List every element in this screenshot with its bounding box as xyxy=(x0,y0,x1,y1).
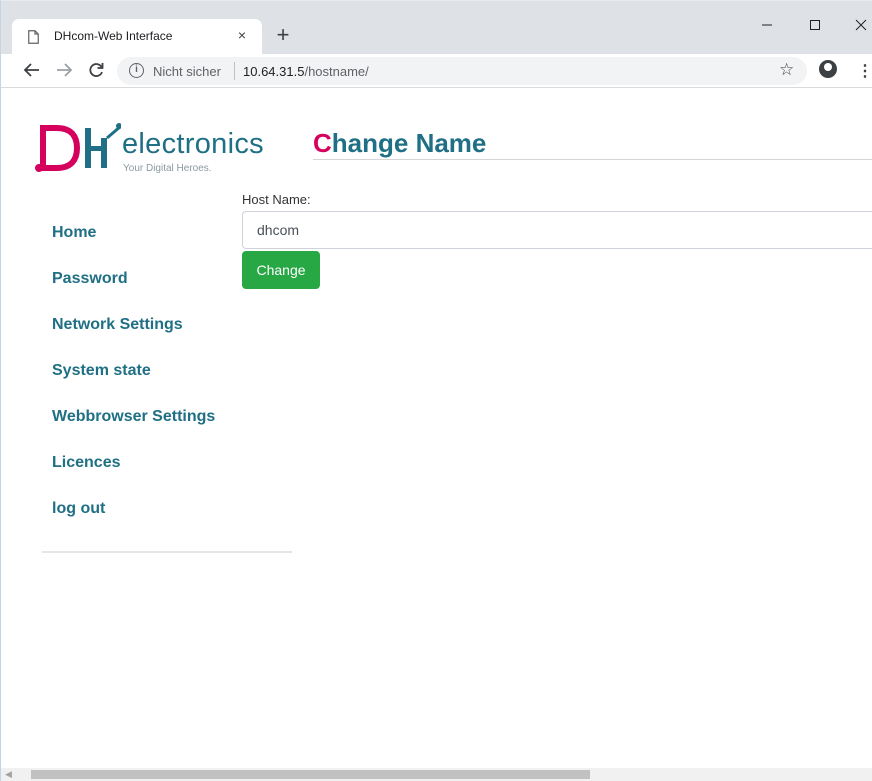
page-title-rest: hange Name xyxy=(331,128,487,158)
web-page: electronics Your Digital Heroes. Change … xyxy=(1,88,872,768)
address-bar[interactable]: i Nicht sicher 10.64.31.5/hostname/ xyxy=(117,57,807,85)
bookmark-star-icon[interactable]: ☆ xyxy=(779,60,794,80)
change-name-form: Host Name: Change xyxy=(242,192,872,289)
tab-strip: DHcom-Web Interface × + xyxy=(1,0,872,55)
url-host: 10.64.31.5 xyxy=(243,64,305,79)
page-icon xyxy=(28,30,39,44)
sidebar-item-system-state[interactable]: System state xyxy=(52,354,292,400)
dh-logo-mark xyxy=(35,123,121,172)
back-arrow-icon[interactable] xyxy=(21,59,43,81)
forward-arrow-icon[interactable] xyxy=(53,59,75,81)
page-title: Change Name xyxy=(313,128,486,159)
url-text[interactable]: 10.64.31.5/hostname/ xyxy=(243,64,369,79)
host-name-input[interactable] xyxy=(242,211,872,249)
tab-title: DHcom-Web Interface xyxy=(54,29,173,43)
dh-electronics-logo: electronics Your Digital Heroes. xyxy=(33,122,273,178)
omnibox-separator xyxy=(234,62,235,80)
sidebar-item-network-settings[interactable]: Network Settings xyxy=(52,308,292,354)
sidebar-item-licences[interactable]: Licences xyxy=(52,446,292,492)
scrollbar-thumb[interactable] xyxy=(31,770,590,779)
host-name-label: Host Name: xyxy=(242,192,311,207)
new-tab-icon[interactable]: + xyxy=(273,23,293,47)
sidebar-item-webbrowser-settings[interactable]: Webbrowser Settings xyxy=(52,400,292,446)
title-divider xyxy=(313,159,872,160)
browser-tab[interactable]: DHcom-Web Interface × xyxy=(12,19,262,55)
url-path: /hostname/ xyxy=(304,64,369,79)
browser-window: DHcom-Web Interface × + i Nicht sicher 1… xyxy=(0,0,872,781)
browser-toolbar: i Nicht sicher 10.64.31.5/hostname/ ☆ ⋮ xyxy=(1,54,872,88)
reload-icon[interactable] xyxy=(85,59,107,81)
horizontal-scrollbar[interactable]: ◀ xyxy=(1,768,872,781)
sidebar-item-log-out[interactable]: log out xyxy=(52,492,292,538)
change-button[interactable]: Change xyxy=(242,251,320,289)
logo-tagline: Your Digital Heroes. xyxy=(123,163,212,174)
security-label: Nicht sicher xyxy=(153,64,221,79)
close-window-icon[interactable] xyxy=(847,13,872,37)
info-icon[interactable]: i xyxy=(129,63,144,78)
minimize-icon[interactable] xyxy=(753,13,781,37)
sidebar-divider xyxy=(42,551,292,553)
profile-icon[interactable] xyxy=(819,60,837,78)
maximize-icon[interactable] xyxy=(801,13,829,37)
tab-close-icon[interactable]: × xyxy=(234,27,250,43)
scroll-left-icon[interactable]: ◀ xyxy=(5,769,12,780)
page-title-initial: C xyxy=(313,128,332,158)
menu-icon[interactable]: ⋮ xyxy=(857,61,872,81)
logo-wordmark: electronics xyxy=(122,128,264,160)
